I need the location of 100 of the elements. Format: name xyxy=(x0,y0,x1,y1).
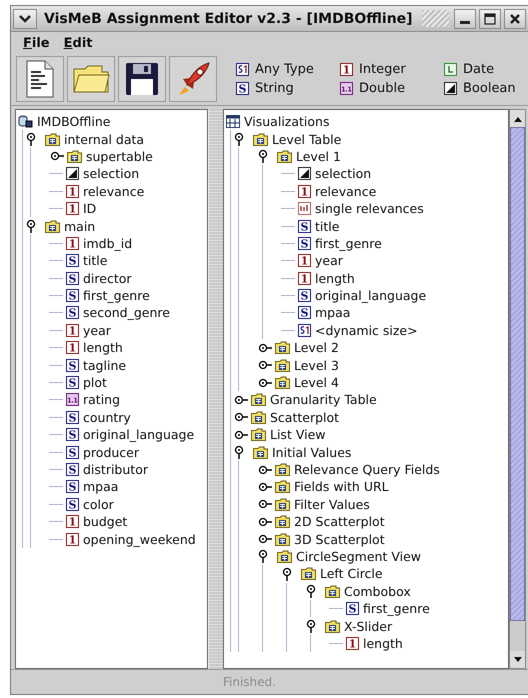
collapse-handle-icon[interactable] xyxy=(234,445,244,460)
tree-item[interactable]: length xyxy=(314,270,356,286)
folder-icon xyxy=(253,446,268,459)
tree-item[interactable]: length xyxy=(362,636,404,651)
integer-type-icon: 1 xyxy=(66,324,79,337)
collapse-handle-icon[interactable] xyxy=(306,584,316,598)
save-button[interactable] xyxy=(118,56,166,102)
expand-handle-icon[interactable] xyxy=(258,360,272,370)
tree-item[interactable]: main xyxy=(63,218,96,234)
any-type-icon xyxy=(236,63,249,76)
expand-handle-icon[interactable] xyxy=(234,412,248,422)
collapse-handle-icon[interactable] xyxy=(26,219,36,234)
menu-item[interactable]: Edit xyxy=(64,36,92,50)
tree-item[interactable]: List View xyxy=(269,427,326,442)
open-folder-button[interactable] xyxy=(67,56,115,102)
tree-item[interactable]: Level Table xyxy=(271,132,342,147)
tree-item[interactable]: <dynamic size> xyxy=(314,322,419,338)
boolean-type-icon xyxy=(444,82,457,95)
tree-item[interactable]: supertable xyxy=(85,148,154,164)
tree-item[interactable]: rating xyxy=(82,392,122,408)
expand-handle-icon[interactable] xyxy=(50,151,64,162)
tree-item[interactable]: Filter Values xyxy=(293,496,371,512)
expand-handle-icon[interactable] xyxy=(258,342,272,353)
tree-item[interactable]: Relevance Query Fields xyxy=(293,462,441,477)
expand-handle-icon[interactable] xyxy=(234,430,248,440)
tree-item[interactable]: original_language xyxy=(82,427,196,442)
tree-item[interactable]: mpaa xyxy=(314,305,352,320)
scroll-down-button[interactable] xyxy=(510,651,525,668)
tree-item[interactable]: Visualizations xyxy=(243,114,330,130)
collapse-handle-icon[interactable] xyxy=(234,132,244,146)
tree-item[interactable]: Initial Values xyxy=(271,444,352,460)
tree-item[interactable]: budget xyxy=(82,514,128,530)
tree-item[interactable]: producer xyxy=(82,444,140,460)
scroll-up-button[interactable] xyxy=(510,110,525,127)
string-type-icon: S xyxy=(298,306,311,320)
tree-item[interactable]: Granularity Table xyxy=(269,392,378,408)
tree-item[interactable]: internal data xyxy=(63,132,146,147)
menu-item[interactable]: File xyxy=(23,36,50,50)
expand-handle-icon[interactable] xyxy=(258,378,272,388)
tree-item[interactable]: 3D Scatterplot xyxy=(293,532,386,547)
expand-handle-icon[interactable] xyxy=(258,464,272,474)
tree-item[interactable]: plot xyxy=(82,375,108,390)
tree-item[interactable]: mpaa xyxy=(82,479,120,494)
tree-item[interactable]: year xyxy=(314,253,344,268)
tree-item[interactable]: Level 4 xyxy=(293,375,340,390)
tree-item[interactable]: Combobox xyxy=(343,584,412,599)
tree-item[interactable]: selection xyxy=(82,166,140,182)
tree-item[interactable]: relevance xyxy=(82,184,146,199)
tree-item[interactable]: year xyxy=(82,322,112,338)
tree-item[interactable]: title xyxy=(314,218,340,234)
tree-item[interactable]: relevance xyxy=(314,184,378,199)
tree-item[interactable]: ID xyxy=(82,201,98,216)
collapse-handle-icon[interactable] xyxy=(282,566,292,581)
vertical-scrollbar[interactable] xyxy=(509,109,526,669)
minimize-button[interactable] xyxy=(454,8,476,28)
new-document-button[interactable] xyxy=(16,56,64,102)
tree-item[interactable]: first_genre xyxy=(82,288,151,304)
run-button[interactable] xyxy=(169,56,217,102)
expand-handle-icon[interactable] xyxy=(234,394,248,405)
tree-item[interactable]: selection xyxy=(314,166,372,182)
folder-icon xyxy=(275,532,290,546)
close-button[interactable] xyxy=(504,8,526,28)
maximize-button[interactable] xyxy=(479,8,501,28)
tree-item[interactable]: imdb_id xyxy=(82,236,134,251)
tree-item[interactable]: color xyxy=(82,496,115,512)
collapse-handle-icon[interactable] xyxy=(258,549,268,564)
tree-item[interactable]: first_genre xyxy=(362,601,431,616)
folder-icon xyxy=(251,428,266,442)
tree-item[interactable]: Fields with URL xyxy=(293,479,390,494)
tree-item[interactable]: Level 3 xyxy=(293,358,340,373)
expand-handle-icon[interactable] xyxy=(258,516,272,527)
tree-item[interactable]: tagline xyxy=(82,358,128,373)
tree-item[interactable]: single relevances xyxy=(314,201,425,216)
tree-item[interactable]: length xyxy=(82,340,124,356)
tree-item[interactable]: country xyxy=(82,410,132,425)
scrollbar-thumb[interactable] xyxy=(510,127,525,621)
expand-handle-icon[interactable] xyxy=(258,499,272,510)
expand-handle-icon[interactable] xyxy=(258,482,272,492)
tree-item[interactable]: opening_weekend xyxy=(82,532,197,547)
tree-item[interactable]: Level 2 xyxy=(293,340,340,356)
tree-item[interactable]: second_genre xyxy=(82,305,171,320)
tree-item[interactable]: original_language xyxy=(314,288,428,304)
tree-item[interactable]: X-Slider xyxy=(343,618,394,634)
tree-item[interactable]: first_genre xyxy=(314,236,383,251)
tree-item[interactable]: Level 1 xyxy=(295,148,342,164)
tree-item[interactable]: title xyxy=(82,253,108,268)
collapse-handle-icon[interactable] xyxy=(306,619,316,634)
collapse-handle-icon[interactable] xyxy=(258,149,268,164)
tree-item[interactable]: Left Circle xyxy=(319,566,384,582)
collapse-handle-icon[interactable] xyxy=(26,132,36,146)
tree-item[interactable]: 2D Scatterplot xyxy=(293,514,386,530)
tree-item[interactable]: director xyxy=(82,270,133,286)
window-menu-button[interactable] xyxy=(13,8,37,28)
expand-handle-icon[interactable] xyxy=(258,534,272,544)
tree-item[interactable]: IMDBOffline xyxy=(36,114,112,130)
tree-item[interactable]: distributor xyxy=(82,462,149,477)
tree-item[interactable]: CircleSegment View xyxy=(295,548,422,564)
tree-item[interactable]: Scatterplot xyxy=(269,410,340,425)
integer-type-icon: 1 xyxy=(66,532,79,546)
folder-icon xyxy=(325,584,340,598)
